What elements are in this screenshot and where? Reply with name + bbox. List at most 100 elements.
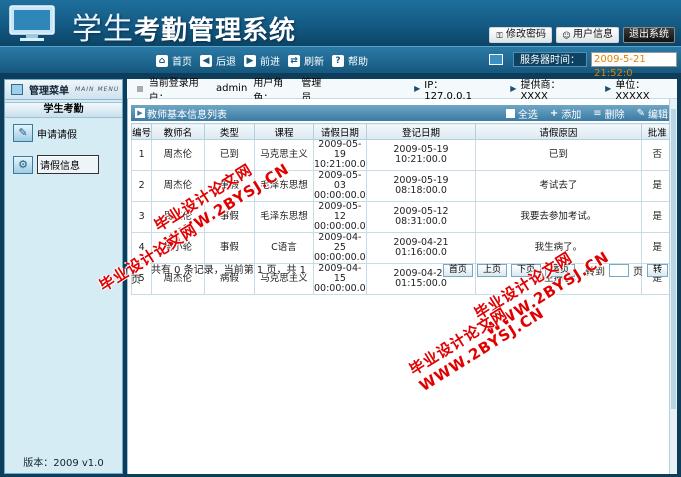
unit-text: 单位：XXXXX bbox=[615, 79, 650, 102]
nav-forward-label: 前进 bbox=[260, 57, 280, 68]
leave-date-day: 2009-05-19 bbox=[318, 139, 362, 160]
col-leave-date[interactable]: 请假日期 bbox=[312, 123, 367, 140]
panel-tools: 全选 + 添加 ≡ 删除 ✎ 编辑 bbox=[505, 106, 668, 121]
table-row[interactable]: 1 周杰伦 已到 马克思主义 2009-05-19 10:21:00.0 2009… bbox=[130, 139, 675, 171]
select-all-label: 全选 bbox=[517, 109, 538, 121]
nav-home[interactable]: ⌂ 首页 bbox=[156, 53, 192, 68]
user-icon: ☺ bbox=[562, 30, 571, 40]
nav-bar: ⌂ 首页 ◀ 后退 ▶ 前进 ⇄ 刷新 ? 帮助 服务器时间： 2009-5-2… bbox=[0, 46, 681, 79]
sidebar-group-student-attendance[interactable]: 学生考勤 bbox=[5, 102, 122, 118]
pager-buttons: 首页 上页 下页 尾页 转到 页 转 bbox=[442, 263, 668, 278]
delete-button[interactable]: ≡ 删除 bbox=[593, 106, 624, 121]
scrollbar-thumb[interactable] bbox=[671, 109, 676, 409]
cell-course: 毛泽东思想 bbox=[254, 170, 314, 202]
cell-course: C语言 bbox=[254, 232, 314, 264]
cell-reg-date: 2009-05-19 08:18:00.0 bbox=[365, 170, 477, 202]
last-page-button[interactable]: 尾页 bbox=[544, 264, 575, 277]
delete-label: 删除 bbox=[604, 109, 625, 121]
panel-title: ▶ 教师基本信息列表 bbox=[135, 106, 227, 121]
cell-leave-date: 2009-04-25 00:00:00.0 bbox=[312, 232, 367, 264]
table-row[interactable]: 4 周小轮 事假 C语言 2009-04-25 00:00:00.0 2009-0… bbox=[130, 232, 675, 264]
server-time: 服务器时间： 2009-5-21 21:52:0 bbox=[489, 52, 677, 79]
sidebar-title: 管理菜单 bbox=[29, 86, 69, 97]
first-page-button[interactable]: 首页 bbox=[442, 264, 473, 277]
cell-course: 毛泽东思想 bbox=[254, 201, 314, 233]
goto-page-input[interactable] bbox=[608, 264, 629, 277]
nav-help-label: 帮助 bbox=[348, 57, 368, 68]
leave-date-time: 00:00:00.0 bbox=[313, 190, 366, 201]
logout-button[interactable]: 退出系统 bbox=[623, 27, 675, 43]
checkbox-icon[interactable] bbox=[505, 108, 515, 118]
current-user: admin bbox=[215, 83, 248, 94]
sidebar-header: 管理菜单 MAIN MENU bbox=[5, 80, 122, 100]
cell-reason: 已到 bbox=[475, 139, 642, 171]
user-info-button[interactable]: ☺ 用户信息 bbox=[556, 27, 619, 43]
col-reg-date[interactable]: 登记日期 bbox=[365, 123, 477, 140]
change-password-button[interactable]: ⚿ 修改密码 bbox=[489, 27, 552, 43]
next-page-button[interactable]: 下页 bbox=[510, 264, 541, 277]
nav-back-label: 后退 bbox=[216, 57, 236, 68]
leave-date-time: 00:00:00.0 bbox=[313, 252, 366, 263]
server-time-value: 2009-5-21 21:52:0 bbox=[591, 52, 677, 79]
cell-teacher: 周杰伦 bbox=[151, 201, 205, 233]
user-info-label: 用户信息 bbox=[573, 29, 613, 40]
info-bar: 当前登录用户： admin 用户角色： 管理员 ▶ IP：127.0.0.1 ▶… bbox=[127, 78, 677, 104]
leave-date-day: 2009-04-15 bbox=[318, 263, 362, 284]
table-row[interactable]: 2 周杰伦 事假 毛泽东思想 2009-05-03 00:00:00.0 2009… bbox=[130, 170, 675, 202]
nav-forward[interactable]: ▶ 前进 bbox=[244, 53, 280, 68]
table-row[interactable]: 3 周杰伦 事假 毛泽东思想 2009-05-12 00:00:00.0 2009… bbox=[130, 201, 675, 233]
main-content: ▶ 教师基本信息列表 全选 + 添加 ≡ 删除 ✎ 编辑 编号 教师名 类型 课… bbox=[127, 99, 677, 474]
screen-icon bbox=[489, 54, 503, 65]
nav-back[interactable]: ◀ 后退 bbox=[200, 53, 236, 68]
add-label: 添加 bbox=[561, 109, 582, 121]
cell-reg-date: 2009-05-12 08:31:00.0 bbox=[365, 201, 477, 233]
app-title-part1: 学生 bbox=[72, 12, 134, 46]
nav-refresh[interactable]: ⇄ 刷新 bbox=[288, 53, 324, 68]
add-button[interactable]: + 添加 bbox=[550, 106, 581, 121]
bullet-icon bbox=[137, 85, 143, 92]
logout-label: 退出系统 bbox=[629, 29, 669, 40]
cell-reason: 我生病了。 bbox=[475, 232, 642, 264]
cell-reg-date: 2009-04-21 01:16:00.0 bbox=[365, 232, 477, 264]
change-password-label: 修改密码 bbox=[506, 29, 546, 40]
ip-text: IP：127.0.0.1 bbox=[424, 79, 472, 102]
cell-reason: 我要去参加考试。 bbox=[475, 201, 642, 233]
sidebar-item-leave-info[interactable]: ⚙ 请假信息 bbox=[13, 155, 99, 174]
edit-label: 编辑 bbox=[648, 109, 668, 121]
nav-help[interactable]: ? 帮助 bbox=[332, 53, 368, 68]
page-suffix: 页 bbox=[632, 267, 643, 278]
prev-page-button[interactable]: 上页 bbox=[476, 264, 507, 277]
delete-icon: ≡ bbox=[593, 107, 602, 119]
refresh-icon: ⇄ bbox=[288, 54, 300, 67]
forward-icon: ▶ bbox=[244, 54, 256, 67]
cell-teacher: 周杰伦 bbox=[151, 170, 205, 202]
col-teacher[interactable]: 教师名 bbox=[151, 123, 205, 140]
plus-icon: + bbox=[549, 107, 559, 119]
leave-date-time: 00:00:00.0 bbox=[313, 221, 366, 232]
goto-button[interactable]: 转 bbox=[646, 264, 668, 277]
provider-text: 提供商：XXXX bbox=[520, 79, 561, 102]
select-all-button[interactable]: 全选 bbox=[505, 106, 538, 121]
sidebar-item-leave-request[interactable]: ✎ 申请请假 bbox=[13, 124, 77, 142]
cell-leave-date: 2009-05-12 00:00:00.0 bbox=[312, 201, 367, 233]
edit-button[interactable]: ✎ 编辑 bbox=[637, 106, 668, 121]
cell-reason: 考试去了 bbox=[475, 170, 642, 202]
cell-course: 马克思主义 bbox=[254, 139, 314, 171]
col-id[interactable]: 编号 bbox=[130, 123, 153, 140]
leave-info-icon: ⚙ bbox=[13, 155, 33, 174]
main-scrollbar[interactable] bbox=[669, 99, 677, 474]
nav-refresh-label: 刷新 bbox=[304, 57, 324, 68]
sidebar-item-label: 请假信息 bbox=[37, 155, 99, 174]
col-reason[interactable]: 请假原因 bbox=[475, 123, 642, 140]
cell-reg-date: 2009-05-19 10:21:00.0 bbox=[365, 139, 477, 171]
col-course[interactable]: 课程 bbox=[254, 123, 314, 140]
cell-leave-date: 2009-04-15 00:00:00.0 bbox=[312, 263, 367, 295]
col-type[interactable]: 类型 bbox=[203, 123, 256, 140]
version-text: 版本：2009 v1.0 bbox=[23, 458, 104, 469]
panel-title-text: 教师基本信息列表 bbox=[147, 109, 227, 121]
arrow-icon: ▶ bbox=[510, 84, 517, 93]
cell-type: 事假 bbox=[203, 232, 256, 264]
pager-summary-tail: 页 bbox=[131, 275, 141, 286]
back-icon: ◀ bbox=[200, 54, 212, 67]
help-icon: ? bbox=[332, 54, 344, 67]
